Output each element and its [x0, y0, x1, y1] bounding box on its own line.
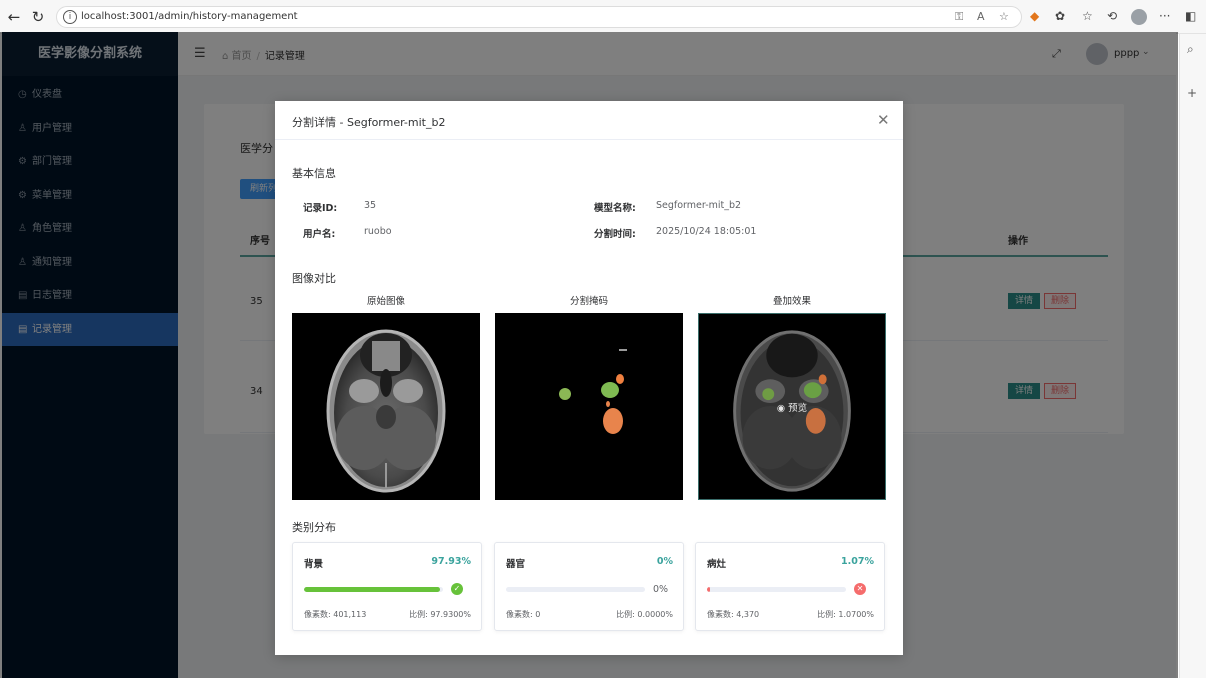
profile-icon[interactable] — [1131, 9, 1147, 25]
check-circle-icon: ✓ — [451, 583, 463, 595]
username-label: 用户名: — [303, 229, 336, 240]
favorites-icon[interactable]: ☆ — [1082, 9, 1093, 23]
class-name: 背景 — [304, 559, 324, 570]
class-card-lesion: 病灶 1.07% ✕ 像素数: 4,370 比例: 1.0700% — [695, 542, 885, 631]
url-text: localhost:3001/admin/history-management — [81, 11, 298, 22]
section-basic-info: 基本信息 — [292, 167, 336, 180]
history-icon[interactable]: ⟲ — [1107, 9, 1117, 23]
class-name: 病灶 — [707, 559, 727, 570]
progress-bar — [506, 587, 645, 592]
time-value: 2025/10/24 18:05:01 — [656, 226, 757, 237]
close-icon[interactable]: ✕ — [877, 112, 890, 128]
progress-bar — [304, 587, 443, 592]
progress-text: 0% — [653, 584, 669, 595]
model-value: Segformer-mit_b2 — [656, 200, 742, 211]
more-icon[interactable]: ··· — [1159, 9, 1170, 23]
address-bar[interactable]: i localhost:3001/admin/history-managemen… — [56, 6, 1022, 28]
segmentation-detail-dialog: 分割详情 - Segformer-mit_b2 ✕ 基本信息 记录ID: 35 … — [275, 101, 903, 655]
browser-side-panel: ⌕ + — [1179, 34, 1206, 678]
overlay-image[interactable]: ◉ 预览 — [698, 313, 886, 500]
overlay-image-caption: 叠加效果 — [772, 296, 811, 307]
info-icon[interactable]: i — [63, 10, 77, 24]
preview-label[interactable]: ◉ 预览 — [699, 400, 885, 414]
extensions-icon[interactable]: ✿ — [1055, 9, 1065, 23]
class-card-organ: 器官 0% 0% 像素数: 0 比例: 0.0000% — [494, 542, 684, 631]
pixel-count: 像素数: 4,370 — [707, 610, 760, 619]
record-id-value: 35 — [364, 200, 377, 211]
pixel-count: 像素数: 401,113 — [304, 610, 367, 619]
mask-image[interactable] — [495, 313, 683, 500]
reload-icon[interactable]: ↻ — [28, 7, 48, 27]
eye-icon: ◉ — [776, 403, 789, 414]
class-percent: 0% — [656, 556, 673, 567]
original-image[interactable] — [292, 313, 480, 500]
ratio: 比例: 0.0000% — [616, 610, 673, 619]
star-icon[interactable]: ☆ — [999, 10, 1009, 23]
key-icon[interactable]: ⚿ — [955, 10, 963, 24]
ratio: 比例: 97.9300% — [409, 610, 471, 619]
class-card-background: 背景 97.93% ✓ 像素数: 401,113 比例: 97.9300% — [292, 542, 482, 631]
progress-fill — [304, 587, 441, 592]
browser-toolbar: ← ↻ i localhost:3001/admin/history-manag… — [0, 0, 1206, 34]
class-percent: 97.93% — [431, 556, 471, 567]
section-image-compare: 图像对比 — [292, 272, 336, 285]
extension-fox-icon[interactable]: ◆ — [1030, 9, 1039, 23]
time-label: 分割时间: — [594, 229, 636, 240]
error-circle-icon: ✕ — [854, 583, 866, 595]
preview-text: 预览 — [788, 403, 808, 414]
class-name: 器官 — [506, 559, 526, 570]
username-value: ruobo — [364, 226, 392, 237]
model-label: 模型名称: — [594, 203, 636, 214]
section-class-distribution: 类别分布 — [292, 521, 336, 534]
progress-fill — [707, 587, 710, 592]
original-image-caption: 原始图像 — [366, 296, 405, 307]
add-icon[interactable]: + — [1187, 86, 1197, 100]
ratio: 比例: 1.0700% — [817, 610, 874, 619]
pixel-count: 像素数: 0 — [506, 610, 541, 619]
record-id-label: 记录ID: — [303, 203, 338, 214]
progress-bar — [707, 587, 846, 592]
translate-icon[interactable]: A — [977, 10, 985, 23]
divider — [275, 139, 903, 140]
dialog-title: 分割详情 - Segformer-mit_b2 — [292, 116, 446, 129]
sidebar-toggle-icon[interactable]: ◧ — [1185, 9, 1196, 23]
mask-image-caption: 分割掩码 — [569, 296, 608, 307]
search-icon[interactable]: ⌕ — [1187, 42, 1194, 57]
back-icon[interactable]: ← — [4, 7, 24, 27]
class-percent: 1.07% — [841, 556, 874, 567]
